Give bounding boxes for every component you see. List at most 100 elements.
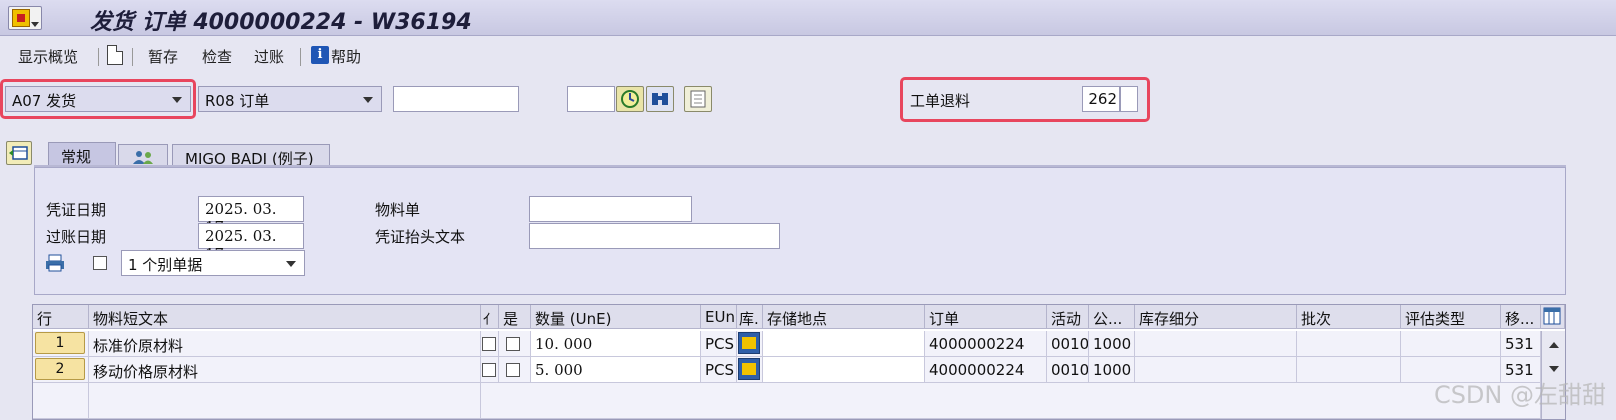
quantity-input[interactable]: 10. 000: [531, 331, 701, 357]
post-date-label: 过账日期: [46, 228, 107, 246]
slip-type-value: 1 个别单据: [128, 256, 203, 274]
doc-date-input[interactable]: 2025. 03. 17: [198, 196, 304, 236]
col-header-batch[interactable]: 批次: [1297, 305, 1401, 329]
valuation-cell: [1401, 331, 1501, 357]
chevron-down-icon: [286, 261, 296, 267]
item-ok-checkbox[interactable]: [482, 363, 496, 377]
execute-button[interactable]: [616, 86, 644, 112]
check-button[interactable]: 检查: [202, 46, 232, 67]
header-text-input[interactable]: [529, 223, 780, 249]
expand-header-icon: [9, 146, 28, 160]
col-header-order[interactable]: 订单: [925, 305, 1047, 329]
material-text-cell: 移动价格原材料: [89, 357, 481, 383]
binoculars-icon: [652, 93, 668, 105]
header-text-label: 凭证抬头文本: [375, 228, 466, 246]
item-ok-cell: [481, 357, 499, 383]
help-button[interactable]: 帮助: [331, 46, 361, 67]
items-table: 行 物料短文本 ｲ 是 数量 (UnE) EUn 库. 存储地点 订单 活动 公…: [32, 304, 1566, 420]
partners-icon: [133, 151, 153, 164]
reference-number-input[interactable]: [393, 86, 519, 112]
unit-cell: PCS: [701, 331, 737, 357]
stock-type-cell: [737, 357, 763, 383]
yes-checkbox[interactable]: [506, 363, 520, 377]
col-header-unit[interactable]: EUn: [701, 305, 737, 329]
toolbar-divider: [132, 48, 133, 66]
action-dropdown[interactable]: A07 发货: [5, 86, 191, 112]
batch-cell: [1297, 331, 1401, 357]
col-header-quantity[interactable]: 数量 (UnE): [531, 305, 701, 329]
stock-type-icon[interactable]: [738, 332, 760, 354]
col-header-yes[interactable]: 是: [499, 305, 531, 329]
quantity-input[interactable]: 5. 000: [531, 357, 701, 383]
mat-doc-label: 物料单: [375, 201, 421, 219]
item-ok-checkbox[interactable]: [482, 337, 496, 351]
page-title: 发货 订单 4000000224 - W36194: [90, 10, 472, 35]
chevron-down-icon: [172, 97, 182, 103]
table-row: 2: [33, 357, 89, 383]
stock-segment-cell: [1135, 357, 1297, 383]
col-header-movement[interactable]: 移...: [1501, 305, 1541, 329]
post-button[interactable]: 过账: [254, 46, 284, 67]
scroll-up-icon[interactable]: [1542, 335, 1566, 355]
activity-cell: 0010: [1047, 357, 1089, 383]
storage-location-input[interactable]: [763, 357, 925, 383]
chevron-down-icon: [363, 97, 373, 103]
grid-settings-icon: [1543, 307, 1561, 325]
col-header-item-ok[interactable]: ｲ: [481, 305, 499, 329]
print-checkbox[interactable]: [93, 256, 107, 270]
hold-button[interactable]: 暂存: [148, 46, 178, 67]
col-header-line[interactable]: 行: [33, 305, 89, 329]
stock-type-icon[interactable]: [738, 358, 760, 380]
reference-dropdown[interactable]: R08 订单: [198, 86, 382, 112]
toolbar-divider: [300, 48, 301, 66]
item-number-input[interactable]: [567, 86, 615, 112]
title-bar: 发货 订单 4000000224 - W36194: [0, 0, 1616, 36]
col-header-activity[interactable]: 活动: [1047, 305, 1089, 329]
post-date-input[interactable]: 2025. 03. 17: [198, 223, 304, 263]
doc-date-label: 凭证日期: [46, 201, 107, 219]
calculator-button[interactable]: [684, 86, 712, 112]
application-toolbar: [0, 38, 1616, 74]
toggle-header-button[interactable]: [6, 141, 32, 165]
col-header-stock-segment[interactable]: 库存细分: [1135, 305, 1297, 329]
activity-cell: 0010: [1047, 331, 1089, 357]
plant-cell: 1000: [1089, 331, 1135, 357]
special-stock-input[interactable]: [1120, 86, 1138, 112]
col-header-short-text[interactable]: 物料短文本: [89, 305, 481, 329]
system-menu-icon[interactable]: [8, 6, 42, 30]
yes-cell: [499, 331, 531, 357]
col-header-plant[interactable]: 公...: [1089, 305, 1135, 329]
slip-type-dropdown[interactable]: 1 个别单据: [121, 250, 305, 276]
movement-type-label: 工单退料: [910, 92, 971, 110]
new-document-icon[interactable]: [107, 45, 123, 65]
table-settings-button[interactable]: [1541, 305, 1565, 329]
find-button[interactable]: [646, 86, 674, 112]
watermark: CSDN @左甜甜: [1433, 381, 1606, 409]
yes-cell: [499, 357, 531, 383]
reference-value: R08 订单: [205, 92, 270, 110]
toolbar-divider: [98, 48, 99, 66]
material-text-cell: 标准价原材料: [89, 331, 481, 357]
movement-cell: 531: [1501, 331, 1541, 357]
empty-cell: [481, 383, 1541, 419]
plant-cell: 1000: [1089, 357, 1135, 383]
unit-cell: PCS: [701, 357, 737, 383]
yes-checkbox[interactable]: [506, 337, 520, 351]
col-header-storage-loc[interactable]: 存储地点: [763, 305, 925, 329]
movement-type-input[interactable]: 262: [1082, 86, 1120, 112]
printer-icon[interactable]: [44, 253, 68, 273]
empty-cell: [89, 383, 481, 419]
overview-button[interactable]: 显示概览: [18, 46, 78, 67]
calculator-icon: [690, 90, 706, 108]
row-select-button[interactable]: 2: [35, 358, 85, 380]
order-cell: 4000000224: [925, 331, 1047, 357]
row-select-button[interactable]: 1: [35, 332, 85, 354]
col-header-stock-type[interactable]: 库.: [737, 305, 763, 329]
action-value: A07 发货: [12, 92, 77, 110]
storage-location-input[interactable]: [763, 331, 925, 357]
col-header-valuation[interactable]: 评估类型: [1401, 305, 1501, 329]
mat-doc-input[interactable]: [529, 196, 692, 222]
batch-cell: [1297, 357, 1401, 383]
help-icon[interactable]: i: [311, 46, 329, 64]
stock-segment-cell: [1135, 331, 1297, 357]
